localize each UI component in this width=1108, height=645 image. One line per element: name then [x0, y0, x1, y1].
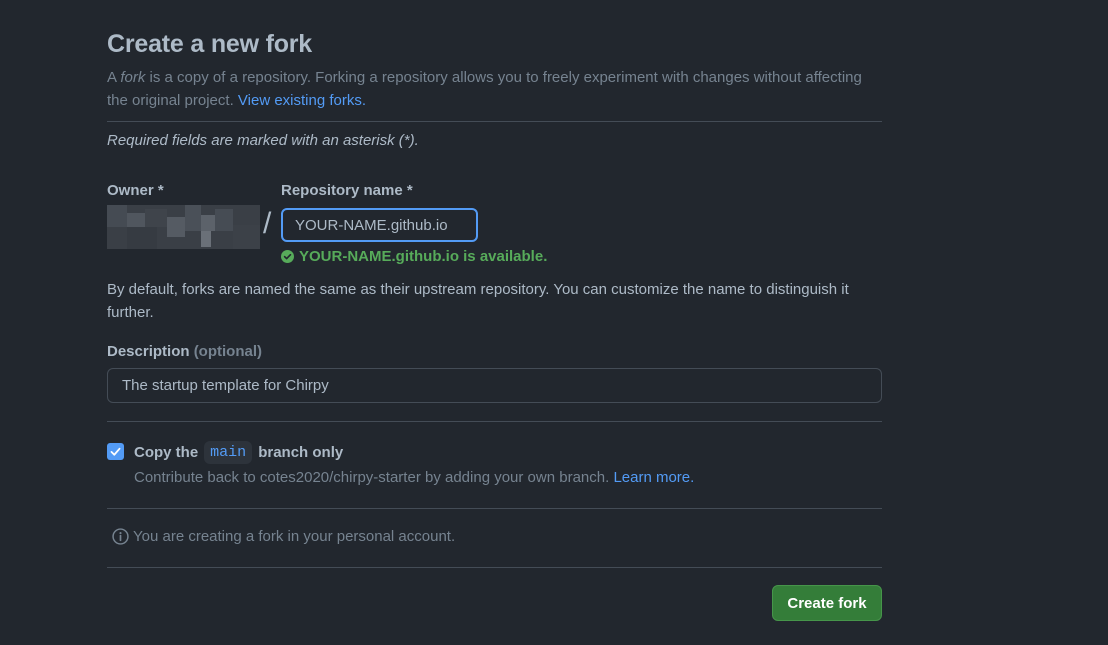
- owner-redacted-block: [185, 205, 201, 231]
- owner-redacted-block: [107, 205, 127, 227]
- availability-text: YOUR-NAME.github.io is available.: [299, 248, 548, 265]
- owner-redacted-block: [167, 217, 185, 237]
- availability-message: YOUR-NAME.github.io is available.: [281, 248, 547, 265]
- owner-redacted-block: [201, 215, 215, 231]
- check-circle-icon: [281, 250, 294, 263]
- personal-account-text: You are creating a fork in your personal…: [133, 528, 456, 545]
- owner-select[interactable]: [107, 205, 260, 249]
- divider: [107, 508, 882, 509]
- intro-text: A fork is a copy of a repository. Forkin…: [107, 66, 877, 112]
- learn-more-link[interactable]: Learn more.: [613, 469, 694, 486]
- naming-hint: By default, forks are named the same as …: [107, 281, 849, 321]
- description-label-text: Description: [107, 343, 190, 360]
- copy-label-after: branch only: [258, 443, 344, 461]
- owner-redacted-block: [145, 209, 167, 227]
- copy-branch-label[interactable]: Copy the main branch only: [134, 438, 343, 466]
- repository-name-label: Repository name *: [281, 182, 413, 199]
- owner-redacted-block: [127, 213, 145, 227]
- owner-redacted-block: [233, 225, 260, 249]
- divider: [107, 121, 882, 122]
- owner-label: Owner *: [107, 182, 164, 199]
- page-title: Create a new fork: [107, 30, 313, 58]
- contribute-text: Contribute back to cotes2020/chirpy-star…: [134, 469, 614, 486]
- intro-fork-word: fork: [120, 69, 146, 86]
- description-input[interactable]: [107, 368, 882, 403]
- view-existing-forks-link[interactable]: View existing forks.: [238, 92, 366, 109]
- copy-label-before: Copy the: [134, 443, 199, 461]
- contribute-hint: Contribute back to cotes2020/chirpy-star…: [134, 469, 694, 486]
- intro-body: is a copy of a repository. Forking a rep…: [107, 69, 862, 109]
- intro-prefix: A: [107, 69, 121, 86]
- copy-main-branch-checkbox[interactable]: [107, 443, 124, 460]
- divider: [107, 567, 882, 568]
- optional-tag: (optional): [193, 343, 263, 360]
- personal-account-note: You are creating a fork in your personal…: [112, 528, 455, 545]
- branch-name-code: main: [204, 440, 253, 464]
- required-fields-note: Required fields are marked with an aster…: [107, 132, 419, 149]
- info-icon: [112, 528, 129, 545]
- owner-redacted-block: [215, 209, 233, 231]
- description-label: Description (optional): [107, 343, 262, 360]
- divider: [107, 421, 882, 422]
- owner-redacted-block: [201, 231, 211, 247]
- repository-name-input[interactable]: [281, 208, 478, 242]
- owner-repo-separator: /: [263, 207, 272, 240]
- owner-redacted-block: [127, 227, 157, 249]
- checkmark-icon: [110, 447, 121, 456]
- create-fork-button[interactable]: Create fork: [772, 585, 882, 621]
